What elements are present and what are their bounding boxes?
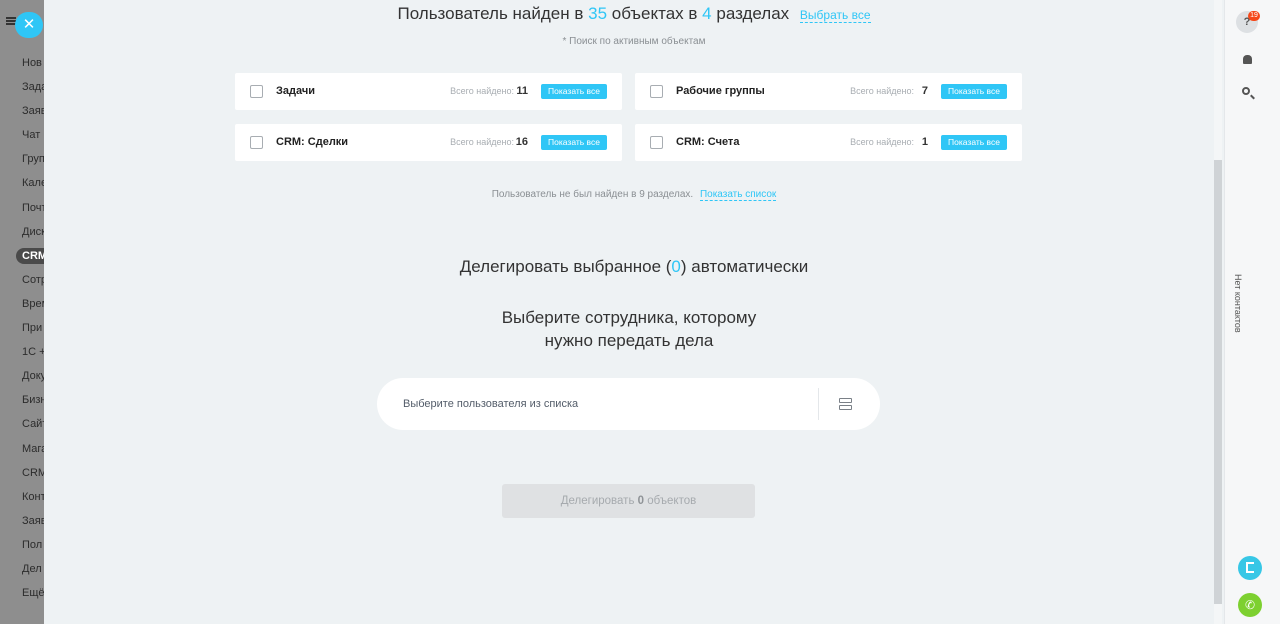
show-all-button[interactable]: Показать все — [941, 135, 1007, 150]
sidebar-item[interactable]: Дел — [22, 557, 44, 581]
sidebar-item[interactable]: При — [22, 316, 44, 340]
sidebar-item[interactable]: Чат — [22, 123, 44, 147]
divider — [818, 388, 819, 420]
delegate-button[interactable]: Делегировать 0 объектов — [502, 484, 755, 518]
show-all-button[interactable]: Показать все — [941, 84, 1007, 99]
sidebar-item[interactable]: Груп — [22, 147, 44, 171]
not-found-note: Пользователь не был найден в 9 разделах.… — [491, 189, 777, 201]
active-objects-note: * Поиск по активным объектам — [562, 36, 706, 47]
list-icon[interactable] — [839, 398, 852, 410]
found-label: Всего найдено: — [450, 137, 514, 147]
sidebar-item[interactable]: Конт — [22, 485, 44, 509]
sidebar-item[interactable]: Заяв — [22, 99, 44, 123]
show-list-link[interactable]: Показать список — [699, 189, 777, 201]
phone-icon[interactable]: ✆ — [1238, 593, 1262, 617]
section-name: Задачи — [276, 85, 315, 97]
found-count: 16 — [515, 136, 528, 148]
sidebar-item[interactable]: Кале — [22, 171, 44, 195]
search-icon[interactable] — [1236, 82, 1258, 104]
user-selector — [377, 378, 880, 430]
page-title: Пользователь найден в 35 объектах в 4 ра… — [397, 4, 871, 23]
bell-icon[interactable] — [1236, 49, 1258, 71]
section-name: CRM: Сделки — [276, 136, 349, 148]
sidebar-item[interactable]: Доку — [22, 364, 44, 388]
delegate-selected-title: Делегировать выбранное (0) автоматически — [459, 257, 809, 276]
section-card-crm-deals: CRM: Сделки Всего найдено: 16 Показать в… — [235, 124, 622, 161]
sidebar-item[interactable]: Пол — [22, 533, 44, 557]
section-checkbox[interactable] — [250, 136, 263, 149]
exit-icon[interactable] — [1238, 556, 1262, 580]
sidebar-item[interactable]: Ещё — [22, 581, 44, 605]
sidebar-item[interactable]: Заяв — [22, 509, 44, 533]
found-count: 1 — [921, 136, 928, 148]
found-label: Всего найдено: — [850, 137, 914, 147]
help-badge: 19 — [1248, 11, 1260, 21]
user-select-input[interactable] — [403, 394, 803, 414]
found-count: 7 — [921, 85, 928, 97]
sidebar-item[interactable]: Сайт — [22, 412, 44, 436]
sidebar-item[interactable]: 1С + — [22, 340, 44, 364]
choose-employee-title: Выберите сотрудника, которому нужно пере… — [501, 308, 757, 350]
found-label: Всего найдено: — [850, 86, 914, 96]
sidebar-item[interactable]: Сотр — [22, 268, 44, 292]
sidebar-item[interactable]: Диск — [22, 220, 44, 244]
close-icon: ✕ — [22, 16, 36, 33]
section-card-tasks: Задачи Всего найдено: 11 Показать все — [235, 73, 622, 110]
sidebar-item[interactable]: Бизн — [22, 388, 44, 412]
section-card-workgroups: Рабочие группы Всего найдено: 7 Показать… — [635, 73, 1022, 110]
delegation-panel: Пользователь найден в 35 объектах в 4 ра… — [44, 0, 1224, 624]
scrollbar[interactable] — [1214, 0, 1222, 624]
objects-count: 35 — [588, 4, 608, 23]
sidebar-item[interactable]: Почт — [22, 196, 44, 220]
show-all-button[interactable]: Показать все — [541, 135, 607, 150]
section-checkbox[interactable] — [250, 85, 263, 98]
section-checkbox[interactable] — [650, 136, 663, 149]
sidebar-item[interactable]: Зада — [22, 75, 44, 99]
sidebar-item[interactable]: Врем — [22, 292, 44, 316]
sidebar-item[interactable]: Мага — [22, 437, 44, 461]
section-name: CRM: Счета — [676, 136, 740, 148]
selected-count: 0 — [671, 257, 681, 276]
sidebar-item[interactable]: CRM — [16, 244, 44, 268]
section-card-crm-invoices: CRM: Счета Всего найдено: 1 Показать все — [635, 124, 1022, 161]
sidebar-nav: НовЗадаЗаявЧатГрупКалеПочтДискCRMСотрВре… — [16, 51, 44, 605]
sidebar-item[interactable]: Нов — [22, 51, 44, 75]
scroll-thumb[interactable] — [1214, 160, 1222, 604]
section-checkbox[interactable] — [650, 85, 663, 98]
left-sidebar: НовЗадаЗаявЧатГрупКалеПочтДискCRMСотрВре… — [0, 0, 44, 624]
sections-count: 4 — [702, 4, 712, 23]
select-all-link[interactable]: Выбрать все — [799, 8, 871, 23]
show-all-button[interactable]: Показать все — [541, 84, 607, 99]
found-count: 11 — [516, 85, 528, 97]
found-label: Всего найдено: — [450, 86, 514, 96]
close-slider-button[interactable]: ✕ — [15, 12, 43, 38]
right-sidebar: ? 19 Нет контактов ✆ — [1224, 0, 1280, 624]
section-name: Рабочие группы — [676, 85, 765, 97]
sidebar-item[interactable]: CRM — [22, 461, 44, 485]
no-contacts-label: Нет контактов — [1233, 274, 1243, 333]
